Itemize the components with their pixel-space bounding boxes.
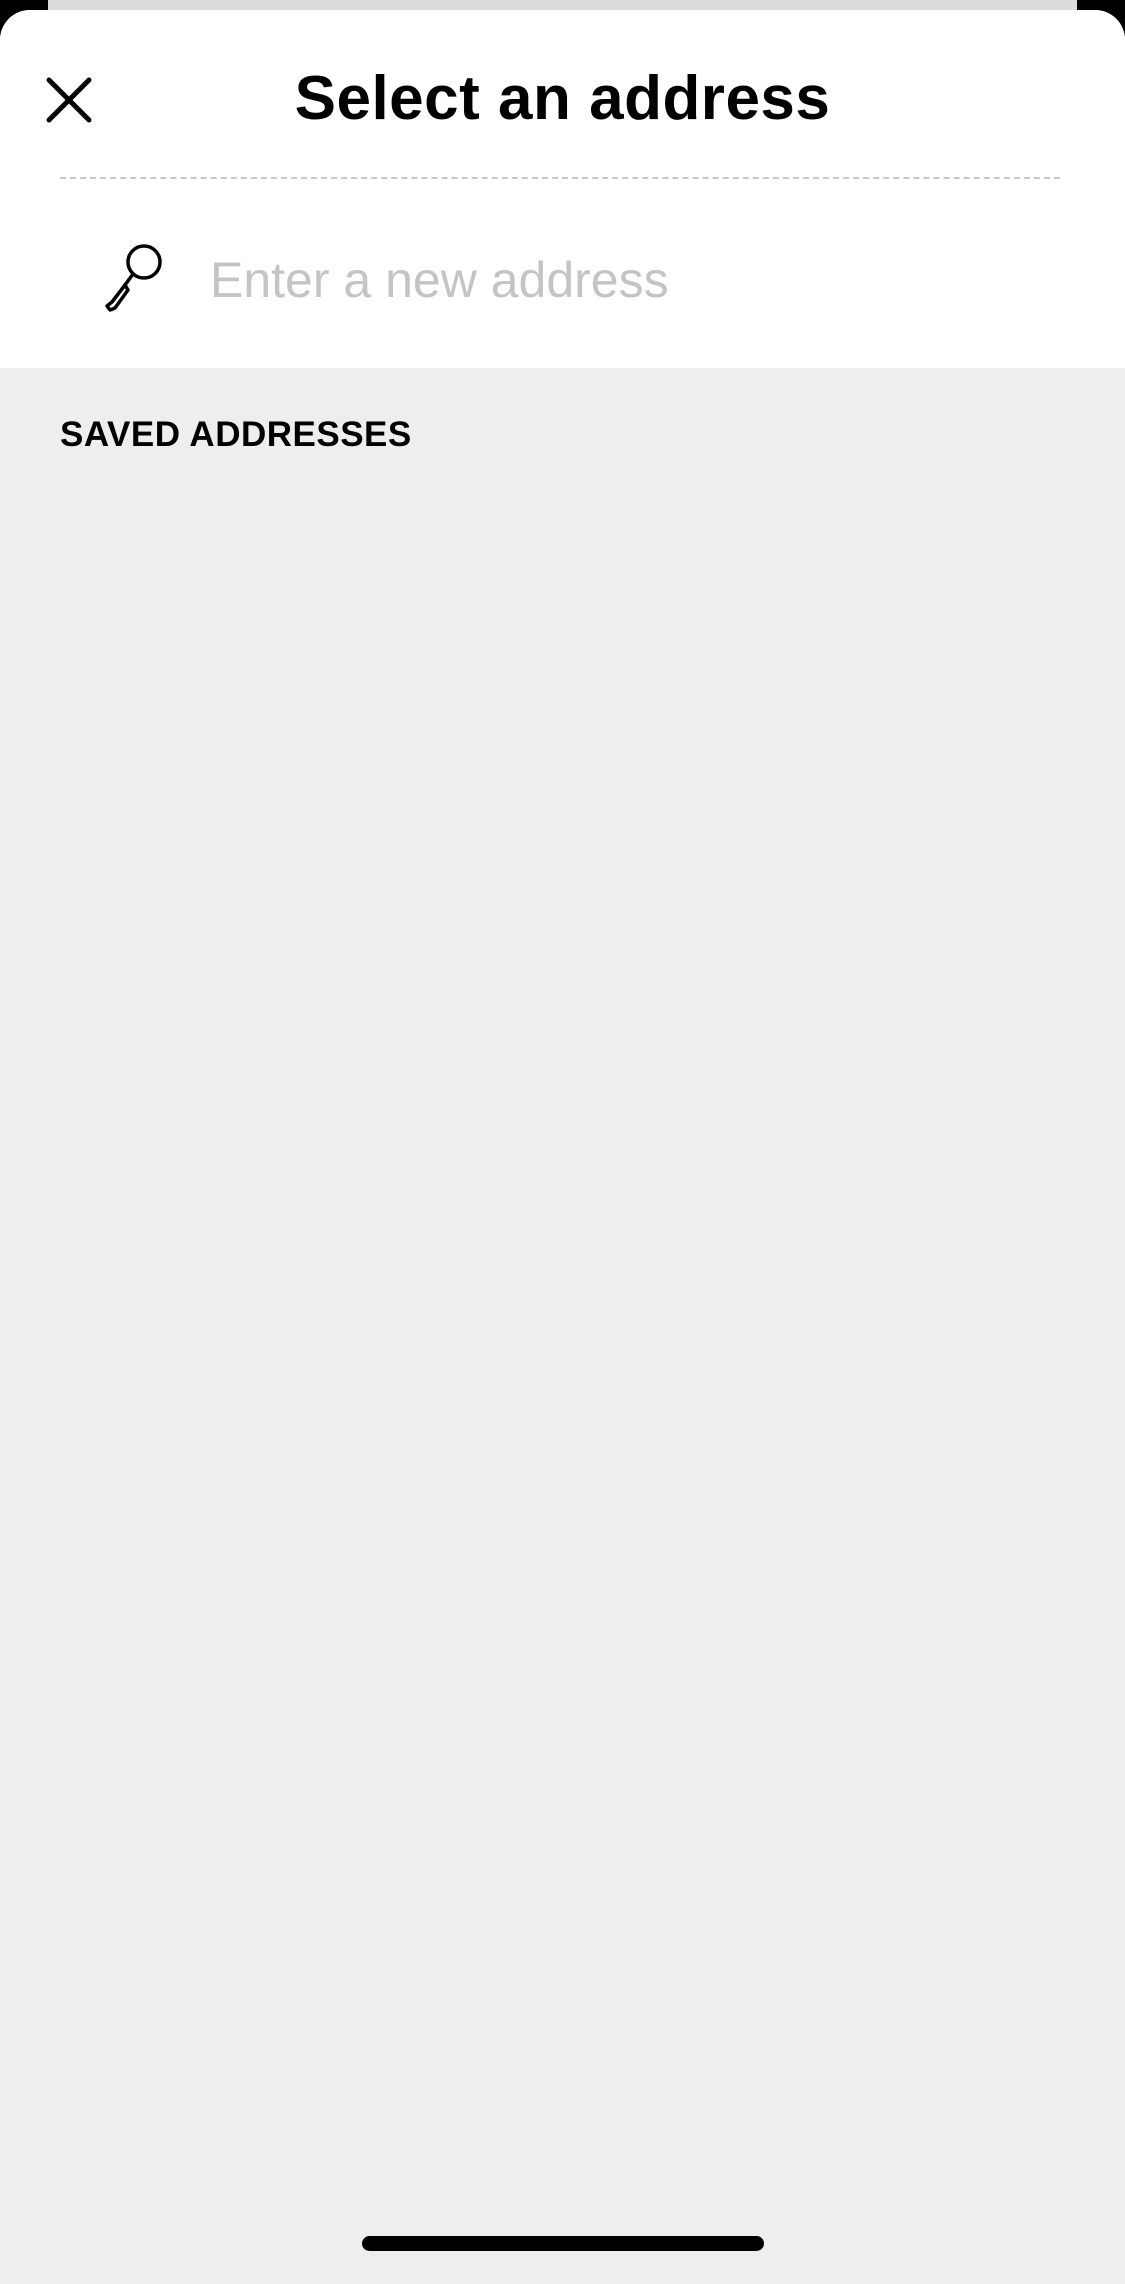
search-icon xyxy=(105,244,162,312)
home-indicator[interactable] xyxy=(362,2236,764,2251)
screen: Select an address SAVED ADDRESSES xyxy=(0,0,1125,2284)
saved-addresses-heading: SAVED ADDRESSES xyxy=(60,415,412,454)
sheet-header: Select an address xyxy=(0,10,1125,368)
address-sheet: Select an address SAVED ADDRESSES xyxy=(0,10,1125,2284)
header-divider xyxy=(60,177,1060,179)
address-search-row xyxy=(0,220,1125,340)
page-title: Select an address xyxy=(294,64,831,133)
address-search-input[interactable] xyxy=(210,240,1070,320)
